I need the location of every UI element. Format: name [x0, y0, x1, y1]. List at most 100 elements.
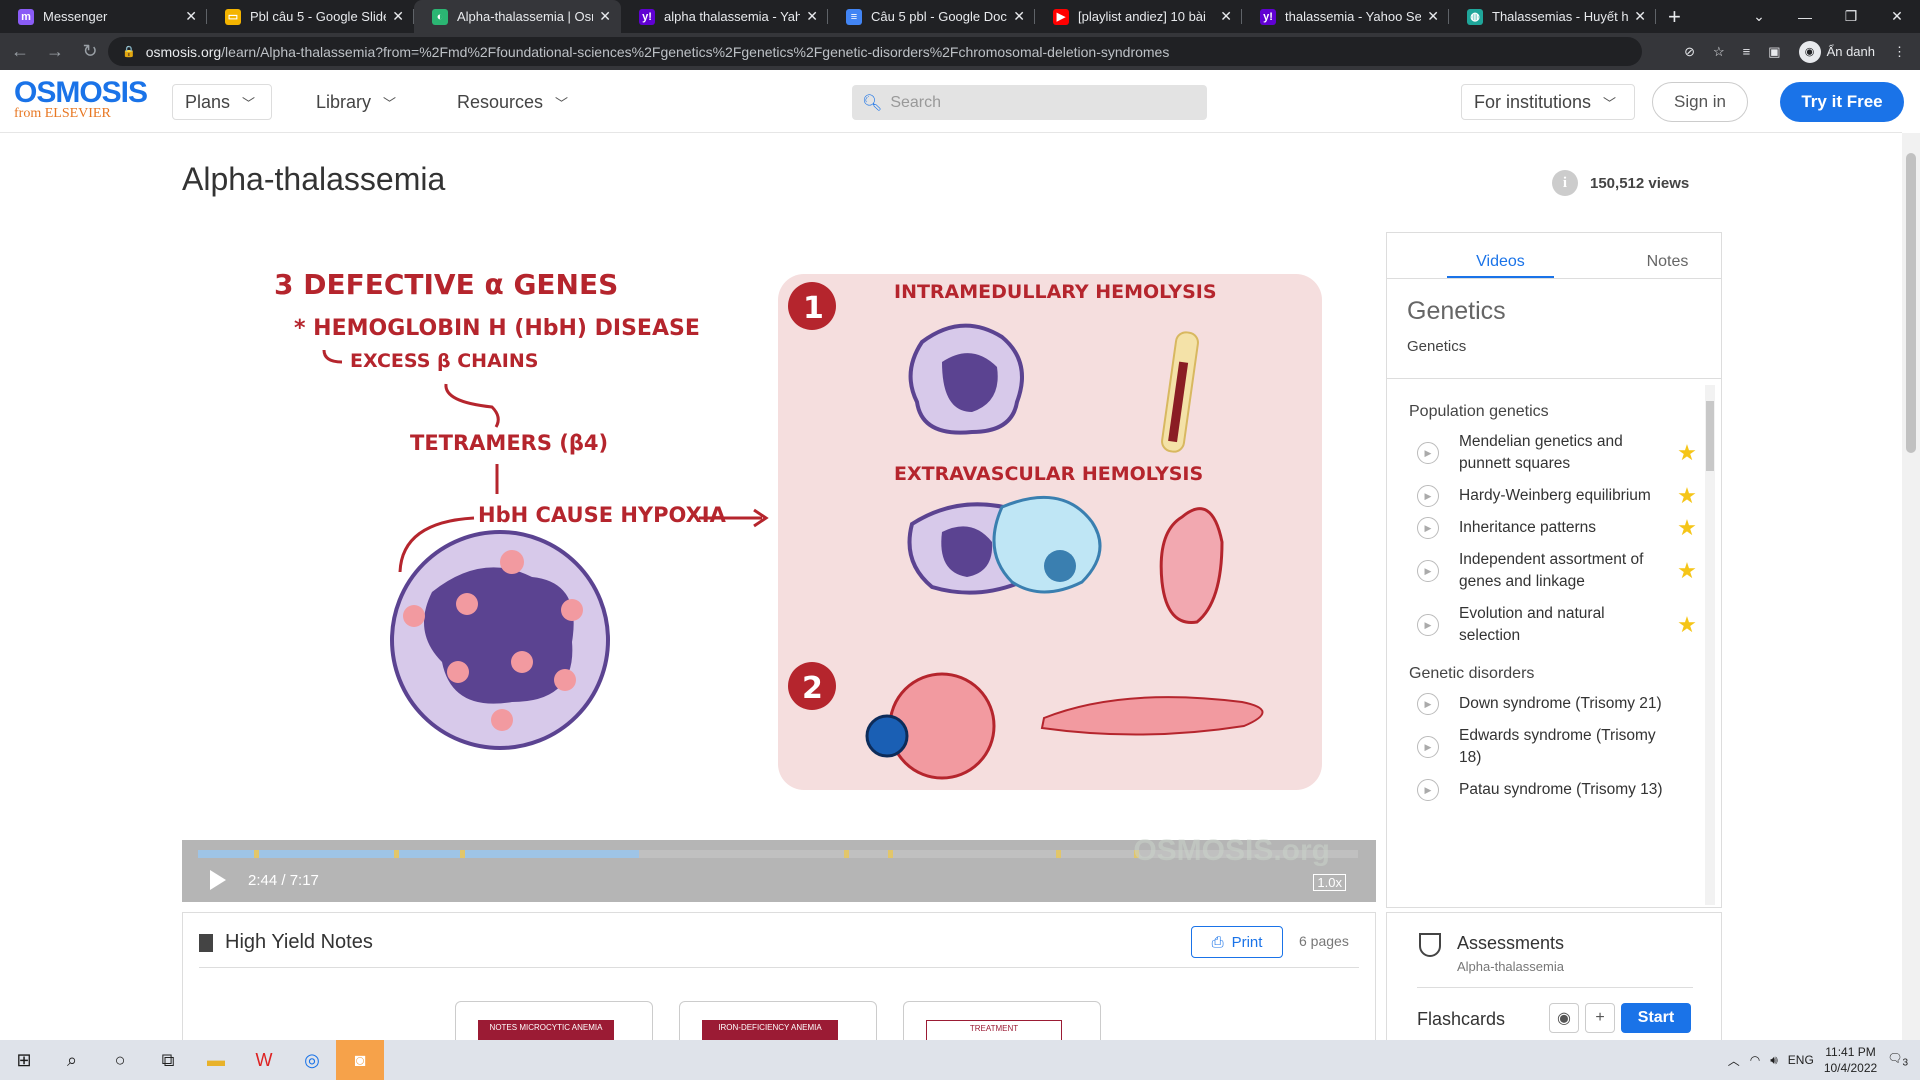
close-tab-icon[interactable]: ✕: [1634, 8, 1646, 25]
notes-header: High Yield Notes: [199, 931, 373, 954]
playlist-item-label: Mendelian genetics and punnett squares: [1459, 433, 1623, 472]
clock[interactable]: 11:41 PM 10/4/2022: [1824, 1044, 1877, 1076]
windows-start-icon[interactable]: ⊞: [0, 1040, 48, 1080]
task-view-icon[interactable]: ⧉: [144, 1040, 192, 1080]
close-tab-icon[interactable]: ✕: [599, 8, 611, 25]
scroll-thumb[interactable]: [1706, 401, 1714, 471]
cortana-icon[interactable]: ○: [96, 1040, 144, 1080]
search-icon: 🔍︎: [862, 94, 883, 112]
osmosis-logo[interactable]: OSMOSIS from ELSEVIER: [14, 76, 148, 122]
notification-icon[interactable]: 🗨︎3: [1887, 1051, 1908, 1068]
playlist-item[interactable]: ▶ Patau syndrome (Trisomy 13): [1387, 769, 1707, 801]
side-panel-icon[interactable]: ▣: [1768, 44, 1780, 60]
browser-tab[interactable]: y! thalassemia - Yahoo Search ✕: [1242, 0, 1449, 33]
new-tab-button[interactable]: +: [1668, 4, 1681, 30]
resources-dropdown[interactable]: Resources ﹀: [457, 92, 568, 113]
incognito-profile[interactable]: ◉ Ẩn danh: [1798, 40, 1875, 63]
star-bookmark-icon[interactable]: ☆: [1713, 44, 1725, 60]
star-icon: ★: [1677, 612, 1697, 637]
wps-office-icon[interactable]: W: [240, 1040, 288, 1080]
playlist-item[interactable]: ▶ Evolution and natural selection ★: [1387, 593, 1707, 647]
library-dropdown[interactable]: Library ﹀: [316, 92, 396, 113]
sidebar-title: Genetics: [1407, 297, 1506, 325]
chrome-icon[interactable]: ◎: [288, 1040, 336, 1080]
page-scroll-thumb[interactable]: [1906, 153, 1916, 453]
file-explorer-icon[interactable]: ▬: [192, 1040, 240, 1080]
divider: [199, 967, 1359, 968]
play-circle-icon: ▶: [1417, 736, 1439, 758]
restore-button[interactable]: ❐: [1828, 8, 1874, 25]
browser-tab[interactable]: ◍ Thalassemias - Huyết học ✕: [1449, 0, 1656, 33]
chapter-marker: [844, 850, 849, 858]
flashcards-label: Flashcards: [1417, 1009, 1506, 1029]
browser-tab[interactable]: ▭ Pbl câu 5 - Google Slides ✕: [207, 0, 414, 33]
start-button[interactable]: Start: [1621, 1003, 1691, 1033]
close-tab-icon[interactable]: ✕: [806, 8, 818, 25]
print-button[interactable]: ⎙ Print: [1191, 926, 1283, 958]
chevron-up-icon[interactable]: ︿: [1728, 1052, 1740, 1069]
app-icon[interactable]: ◙: [336, 1040, 384, 1080]
volume-icon[interactable]: 🔊︎: [1770, 1053, 1778, 1068]
tab-title: Messenger: [43, 9, 108, 24]
shield-icon: [1419, 933, 1441, 957]
notification-count: 3: [1902, 1057, 1908, 1069]
info-icon[interactable]: i: [1552, 170, 1578, 196]
close-tab-icon[interactable]: ✕: [1220, 8, 1232, 25]
forward-icon[interactable]: →: [40, 41, 70, 62]
close-tab-icon[interactable]: ✕: [392, 8, 404, 25]
close-tab-icon[interactable]: ✕: [1013, 8, 1025, 25]
playlist-item[interactable]: ▶ Edwards syndrome (Trisomy 18): [1387, 715, 1707, 769]
sidebar-tabs: Videos Notes: [1387, 233, 1721, 279]
reading-list-icon[interactable]: ≡: [1743, 44, 1751, 59]
play-icon[interactable]: [210, 870, 226, 890]
search-input[interactable]: 🔍︎ Search: [852, 85, 1207, 120]
playlist-item[interactable]: ▶ Mendelian genetics and punnett squares ★: [1387, 421, 1707, 475]
video-player[interactable]: 3 DEFECTIVE α GENES * HEMOGLOBIN H (HbH)…: [182, 232, 1376, 902]
minimize-button[interactable]: —: [1782, 9, 1828, 25]
clock-date: 10/4/2022: [1823, 1061, 1878, 1075]
document-icon: [199, 933, 213, 952]
playback-speed-button[interactable]: 1.0x: [1313, 874, 1346, 891]
note-thumbnail[interactable]: NOTES MICROCYTIC ANEMIA: [455, 1001, 653, 1041]
note-thumbnail[interactable]: IRON-DEFICIENCY ANEMIA: [679, 1001, 877, 1041]
close-window-button[interactable]: ✕: [1874, 8, 1920, 25]
playlist-item-label: Edwards syndrome (Trisomy 18): [1459, 727, 1656, 766]
back-icon[interactable]: ←: [5, 41, 35, 62]
chevron-down-icon: ﹀: [1603, 95, 1617, 111]
plus-icon[interactable]: +: [1585, 1003, 1615, 1033]
tab-search-icon[interactable]: ⌄: [1736, 8, 1782, 25]
menu-kebab-icon[interactable]: ⋮: [1893, 44, 1906, 60]
note-thumbnail[interactable]: TREATMENT: [903, 1001, 1101, 1041]
close-tab-icon[interactable]: ✕: [185, 8, 197, 25]
try-free-button[interactable]: Try it Free: [1780, 82, 1904, 122]
browser-tab[interactable]: ≡ Câu 5 pbl - Google Docs ✕: [828, 0, 1035, 33]
tab-notes[interactable]: Notes: [1614, 233, 1721, 278]
browser-tab[interactable]: m Messenger ✕: [0, 0, 207, 33]
sign-in-button[interactable]: Sign in: [1652, 82, 1748, 122]
playlist-scrollbar[interactable]: [1705, 385, 1715, 905]
language-indicator[interactable]: ENG: [1788, 1053, 1814, 1067]
browser-tab[interactable]: ▶ [playlist andiez] 10 bài ✕: [1035, 0, 1242, 33]
plans-dropdown[interactable]: Plans ﹀: [172, 84, 272, 120]
playlist-item[interactable]: ▶ Independent assortment of genes and lin…: [1387, 539, 1707, 593]
browser-tab[interactable]: ◐ Alpha-thalassemia | Osmosi ✕: [414, 0, 621, 33]
tab-title: Pbl câu 5 - Google Slides: [250, 9, 387, 24]
chapter-marker: [460, 850, 465, 858]
institutions-dropdown[interactable]: For institutions ﹀: [1461, 84, 1635, 120]
ill-tetramers: TETRAMERS (β4): [410, 431, 608, 455]
address-bar[interactable]: 🔒 osmosis.org/learn/Alpha-thalassemia?fr…: [108, 37, 1642, 66]
page-scrollbar[interactable]: [1902, 133, 1920, 1040]
playlist-item[interactable]: ▶ Inheritance patterns ★: [1387, 507, 1707, 539]
progress-played: [198, 850, 639, 858]
close-tab-icon[interactable]: ✕: [1427, 8, 1439, 25]
wifi-icon[interactable]: ◠: [1750, 1053, 1760, 1067]
reload-icon[interactable]: ↻: [75, 41, 105, 62]
eye-icon[interactable]: ◉: [1549, 1003, 1579, 1033]
eye-off-icon[interactable]: ⊘: [1684, 44, 1695, 60]
tab-videos[interactable]: Videos: [1447, 233, 1554, 278]
thumb-label: NOTES MICROCYTIC ANEMIA: [478, 1020, 614, 1041]
browser-tab[interactable]: y! alpha thalassemia - Yahoo ✕: [621, 0, 828, 33]
search-icon[interactable]: ⌕: [48, 1040, 96, 1080]
playlist-item[interactable]: ▶ Hardy-Weinberg equilibrium ★: [1387, 475, 1707, 507]
playlist-item[interactable]: ▶ Down syndrome (Trisomy 21): [1387, 683, 1707, 715]
